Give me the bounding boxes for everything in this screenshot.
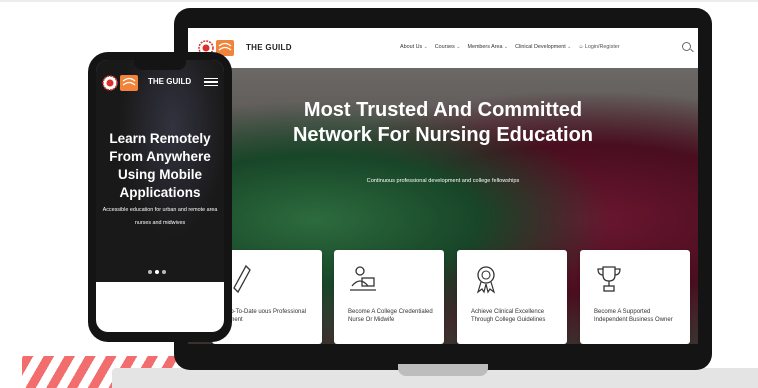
search-icon[interactable]: [682, 42, 691, 51]
hero-subtitle: Continuous professional development and …: [366, 178, 520, 184]
menu-courses[interactable]: Courses: [435, 44, 461, 50]
laptop-screen: THE GUILD About Us Courses Members Area …: [188, 28, 698, 344]
feature-card-title: Achieve Clinical Excellence Through Coll…: [471, 309, 546, 323]
feature-card-clinical[interactable]: Achieve Clinical Excellence Through Coll…: [457, 250, 567, 344]
award-badge-icon: [476, 266, 496, 294]
carousel-dot[interactable]: [148, 270, 152, 274]
feature-card-title: Become A College Credentialed Nurse Or M…: [348, 309, 433, 323]
feature-card-credentialed[interactable]: Become A College Credentialed Nurse Or M…: [334, 250, 444, 344]
hamburger-menu-icon[interactable]: [204, 78, 218, 86]
carousel-dot[interactable]: [162, 270, 166, 274]
top-divider: [0, 0, 758, 2]
menu-members-area[interactable]: Members Area: [467, 44, 508, 50]
site-brand[interactable]: THE GUILD: [246, 43, 292, 52]
carousel-dots[interactable]: [148, 270, 166, 274]
phone-mockup: THE GUILD Learn Remotely From Anywhere U…: [88, 52, 232, 342]
laptop-stand: [398, 364, 488, 376]
site-navbar: THE GUILD About Us Courses Members Area …: [188, 28, 698, 68]
mobile-brand[interactable]: THE GUILD: [148, 77, 191, 86]
menu-clinical-development[interactable]: Clinical Development: [515, 44, 571, 50]
menu-about-us[interactable]: About Us: [400, 44, 428, 50]
main-menu: About Us Courses Members Area Clinical D…: [400, 44, 620, 50]
laptop-mockup: THE GUILD About Us Courses Members Area …: [174, 8, 712, 370]
carousel-dot-active[interactable]: [155, 270, 159, 274]
trophy-icon: [597, 266, 621, 292]
mobile-hero-title: Learn Remotely From Anywhere Using Mobil…: [109, 131, 211, 200]
feature-card-title: Up-To-Date uous Professional pment: [226, 309, 307, 323]
laptop-user-icon: [350, 266, 376, 291]
phone-notch: [134, 60, 186, 70]
feature-card-business[interactable]: Become A Supported Independent Business …: [580, 250, 690, 344]
login-register-link[interactable]: Login/Register: [578, 44, 620, 50]
feature-card-title: Become A Supported Independent Business …: [594, 309, 673, 323]
mobile-hero: THE GUILD Learn Remotely From Anywhere U…: [96, 60, 224, 282]
phone-screen: THE GUILD Learn Remotely From Anywhere U…: [96, 60, 224, 332]
hero-title: Most Trusted And Committed Network For N…: [292, 99, 594, 146]
guild-logo-icon: [102, 75, 138, 91]
mobile-hero-subtitle: Accessible education for urban and remot…: [102, 207, 218, 226]
